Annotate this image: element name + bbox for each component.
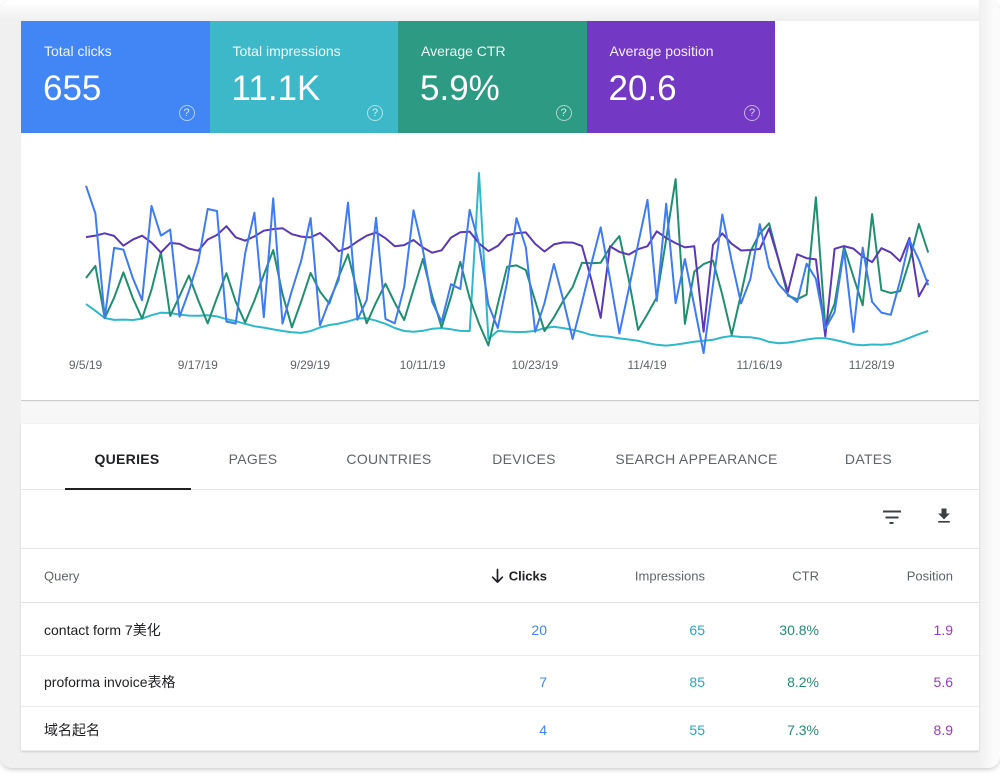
- svg-text:10/11/19: 10/11/19: [400, 358, 446, 372]
- svg-text:11/4/19: 11/4/19: [628, 358, 667, 372]
- svg-text:9/17/19: 9/17/19: [178, 358, 218, 372]
- svg-text:9/5/19: 9/5/19: [69, 358, 103, 372]
- svg-text:10/23/19: 10/23/19: [511, 358, 558, 372]
- svg-text:11/16/19: 11/16/19: [736, 358, 782, 372]
- svg-text:11/28/19: 11/28/19: [849, 358, 895, 372]
- svg-text:9/29/19: 9/29/19: [290, 358, 330, 372]
